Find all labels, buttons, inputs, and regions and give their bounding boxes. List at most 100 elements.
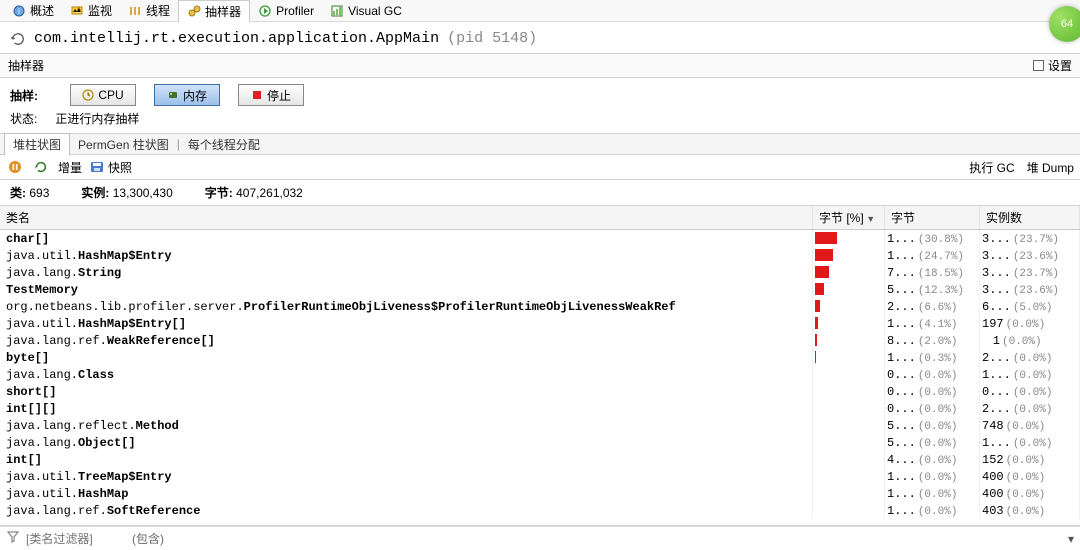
settings-toggle[interactable]: 设置 [1033,57,1072,74]
subtab-permgen[interactable]: PermGen 柱状图 [70,134,177,155]
cpu-button[interactable]: CPU [70,84,136,106]
table-row[interactable]: java.lang.reflect.Method 5...(0.0%)748(0.… [0,417,1080,434]
refresh-small-icon [34,160,48,174]
filter-icon[interactable] [6,530,20,547]
chevron-down-icon[interactable]: ▾ [1068,532,1074,546]
toptab-label: 概述 [30,2,54,19]
chip-icon [167,89,179,101]
snapshot-button[interactable]: 快照 [90,159,132,176]
toptab-Profiler[interactable]: Profiler [250,2,322,20]
cell-classname: java.util.HashMap$Entry[] [0,315,813,332]
cell-bar [813,502,885,519]
filter-hint: (包含) [132,530,164,547]
toptab-线程[interactable]: 线程 [120,0,178,21]
table-row[interactable]: int[]4...(0.0%)152(0.0%) [0,451,1080,468]
table-row[interactable]: org.netbeans.lib.profiler.server.Profile… [0,298,1080,315]
threads-icon [128,4,142,18]
table-row[interactable]: TestMemory5...(12.3%)3...(23.6%) [0,281,1080,298]
table-row[interactable]: java.util.HashMap$Entry[]1...(4.1%)197(0… [0,315,1080,332]
table-row[interactable]: java.lang.ref.WeakReference[]8...(2.0%)1… [0,332,1080,349]
cell-bytes: 7...(18.5%) [885,264,980,281]
cell-classname: java.util.HashMap$Entry [0,247,813,264]
cell-classname: java.lang.Object[] [0,434,813,451]
overview-icon: i [12,4,26,18]
toptab-抽样器[interactable]: 抽样器 [178,0,250,23]
toptab-Visual GC[interactable]: Visual GC [322,2,410,20]
app-pid: (pid 5148) [447,30,537,47]
table-row[interactable]: java.lang.Class0...(0.0%)1...(0.0%) [0,366,1080,383]
summary-classes-value: 693 [29,186,49,200]
profiler-icon [258,4,272,18]
summary-bytes-value: 407,261,032 [236,186,303,200]
cell-bar [813,434,885,451]
cell-instances: 6...(5.0%) [980,298,1080,315]
table-row[interactable]: java.util.HashMap$Entry1...(24.7%)3...(2… [0,247,1080,264]
run-gc-button[interactable]: 执行 GC [969,159,1014,176]
cell-classname: int[][] [0,400,813,417]
class-filter-input[interactable] [26,532,126,546]
delta-button[interactable]: 增量 [58,159,82,176]
pause-icon [8,160,22,174]
table-row[interactable]: java.lang.Object[]5...(0.0%)1...(0.0%) [0,434,1080,451]
cell-classname: java.lang.String [0,264,813,281]
cpu-button-label: CPU [98,88,123,102]
cell-bar [813,383,885,400]
panel-header: 抽样器 设置 [0,53,1080,78]
subtab-heap[interactable]: 堆柱状图 [4,133,70,156]
cell-instances: 3...(23.6%) [980,247,1080,264]
table-row[interactable]: java.lang.ref.SoftReference1...(0.0%)403… [0,502,1080,519]
cell-instances: 1(0.0%) [980,332,1080,349]
refresh-icon[interactable] [10,31,26,47]
toptab-label: 监视 [88,2,112,19]
class-table-wrap: 类名 字节 [%] 字节 实例数 char[] 1...(30.8%)3...(2… [0,206,1080,526]
subtab-heap-label: 堆柱状图 [13,138,61,152]
cell-instances: 3...(23.7%) [980,264,1080,281]
table-row[interactable]: char[]1...(30.8%)3...(23.7%) [0,230,1080,247]
toptab-label: Profiler [276,4,314,18]
cell-instances: 1...(0.0%) [980,434,1080,451]
cell-classname: java.lang.reflect.Method [0,417,813,434]
settings-checkbox-icon [1033,60,1044,71]
cell-classname: java.lang.ref.WeakReference[] [0,332,813,349]
col-classname[interactable]: 类名 [0,206,813,230]
memory-button[interactable]: 内存 [154,84,220,106]
cell-instances: 197(0.0%) [980,315,1080,332]
class-table-body: char[]1...(30.8%)3...(23.7%)java.util.Ha… [0,230,1080,519]
col-bytes[interactable]: 字节 [885,206,980,230]
table-row[interactable]: java.util.TreeMap$Entry1...(0.0%)400(0.0… [0,468,1080,485]
refresh-small-button[interactable] [32,158,50,176]
stop-button[interactable]: 停止 [238,84,304,106]
subtab-per-thread[interactable]: 每个线程分配 [180,134,268,155]
pause-button[interactable] [6,158,24,176]
table-row[interactable]: java.lang.String 7...(18.5%)3...(23.7%) [0,264,1080,281]
monitor-icon [70,4,84,18]
table-row[interactable]: int[][]0...(0.0%)2...(0.0%) [0,400,1080,417]
cell-bar [813,485,885,502]
cell-instances: 400(0.0%) [980,485,1080,502]
table-row[interactable]: java.util.HashMap1...(0.0%)400(0.0%) [0,485,1080,502]
cell-bar [813,366,885,383]
toptab-概述[interactable]: i 概述 [4,0,62,21]
heap-dump-button[interactable]: 堆 Dump [1027,159,1074,176]
col-classname-label: 类名 [6,211,30,225]
class-table-scroll[interactable]: char[]1...(30.8%)3...(23.7%)java.util.Ha… [0,230,1080,528]
cell-bar [813,281,885,298]
cell-instances: 2...(0.0%) [980,400,1080,417]
cell-instances: 152(0.0%) [980,451,1080,468]
cell-classname: org.netbeans.lib.profiler.server.Profile… [0,298,813,315]
toptab-label: Visual GC [348,4,402,18]
cell-instances: 748(0.0%) [980,417,1080,434]
cell-classname: java.util.TreeMap$Entry [0,468,813,485]
svg-text:i: i [18,7,20,16]
toptab-监视[interactable]: 监视 [62,0,120,21]
col-instances[interactable]: 实例数 [980,206,1080,230]
col-bytes-percent[interactable]: 字节 [%] [813,206,885,230]
cell-classname: short[] [0,383,813,400]
cell-bytes: 5...(0.0%) [885,417,980,434]
summary-classes-label: 类: [10,186,26,200]
cell-classname: char[] [0,230,813,247]
table-row[interactable]: short[]0...(0.0%)0...(0.0%) [0,383,1080,400]
table-row[interactable]: byte[]1...(0.3%)2...(0.0%) [0,349,1080,366]
cell-bar [813,349,885,366]
cell-bytes: 1...(30.8%) [885,230,980,247]
